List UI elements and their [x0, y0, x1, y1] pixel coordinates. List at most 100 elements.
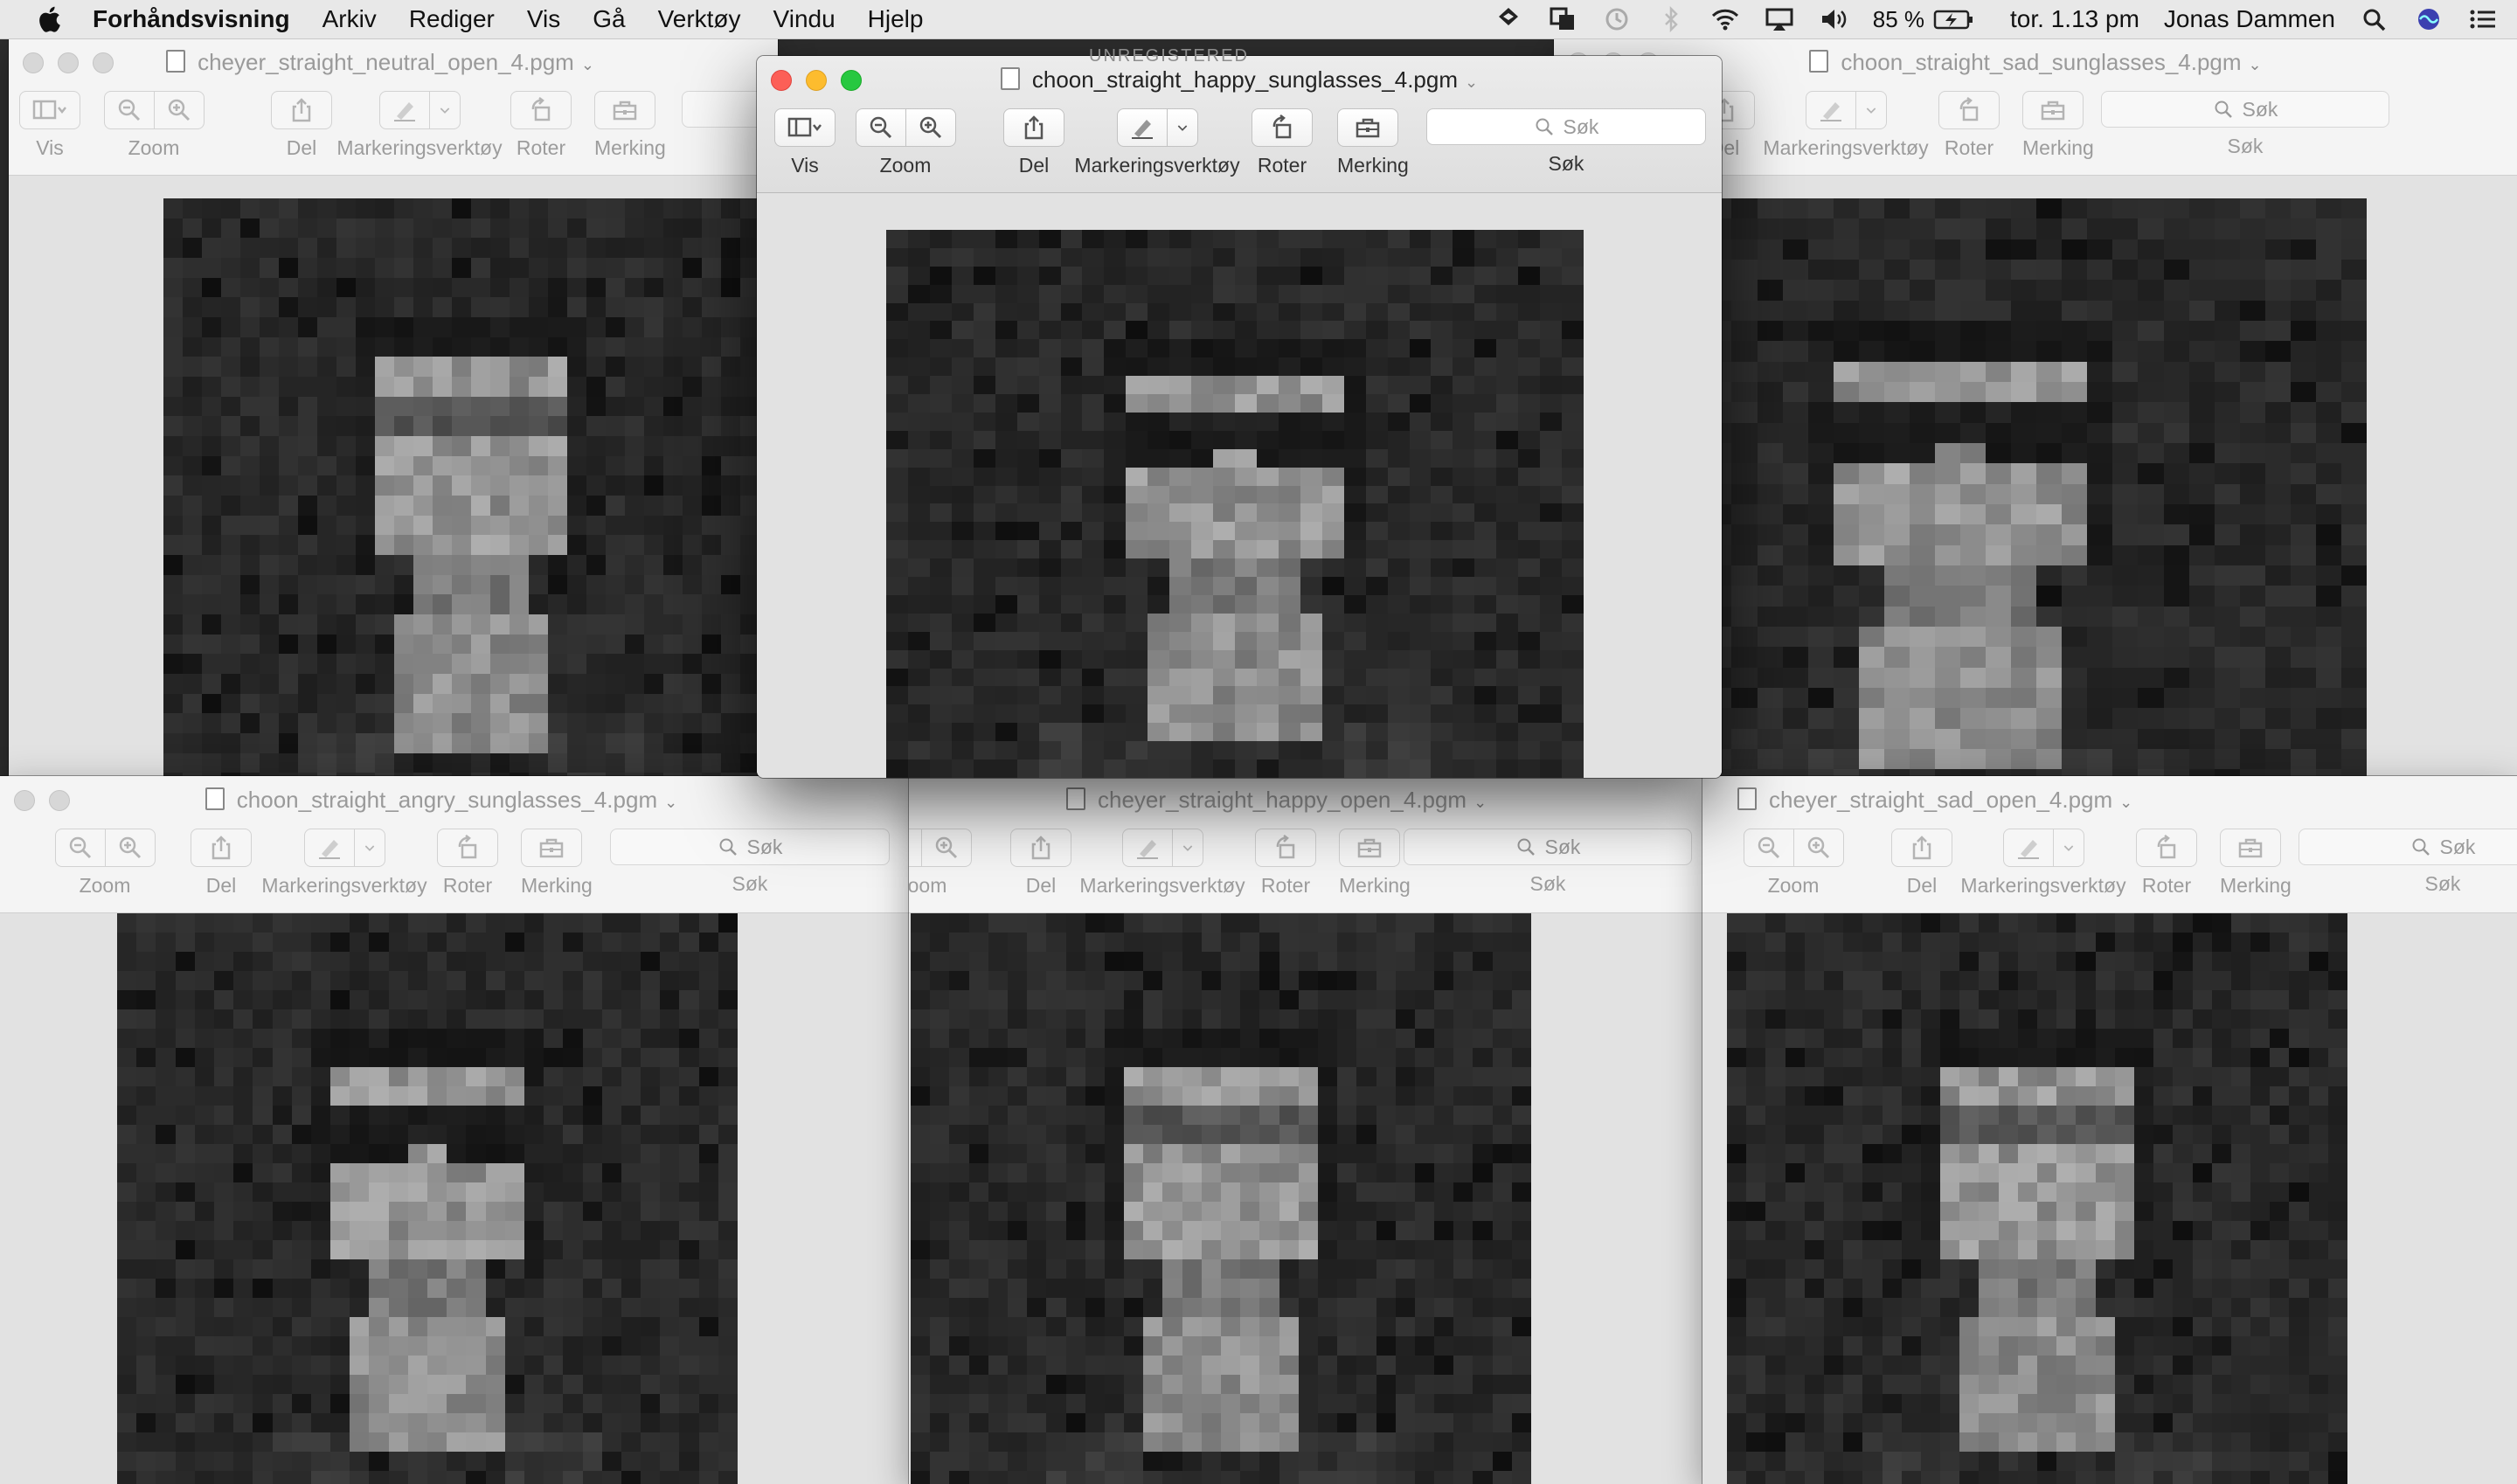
preview-window[interactable]: cheyer_straight_happy_open_4.pgm⌄ Vis Zo… — [909, 776, 1702, 1484]
menu-app-name[interactable]: Forhåndsvisning — [93, 5, 290, 33]
image-pixel — [2250, 1202, 2271, 1221]
image-pixel — [1909, 382, 1935, 403]
image-pixel — [330, 1259, 350, 1279]
clock[interactable]: tor. 1.13 pm — [2010, 5, 2139, 33]
share-button[interactable] — [191, 829, 252, 867]
markup-dropdown-button[interactable] — [353, 829, 385, 867]
markup-pen-button[interactable] — [303, 829, 355, 867]
markup-pen-button[interactable] — [1805, 91, 1856, 129]
image-pixel — [2036, 463, 2063, 484]
time-machine-icon[interactable] — [1602, 6, 1632, 32]
user-name[interactable]: Jonas Dammen — [2164, 5, 2335, 33]
search-field[interactable]: Søk — [2101, 91, 2389, 128]
menu-vindu[interactable]: Vindu — [773, 5, 836, 33]
menu-ga[interactable]: Gå — [593, 5, 625, 33]
image-pixel — [1376, 1144, 1396, 1163]
annotate-button[interactable] — [521, 829, 582, 867]
title-chevron-icon[interactable]: ⌄ — [2249, 56, 2262, 73]
menu-hjelp[interactable]: Hjelp — [868, 5, 924, 33]
document-view[interactable] — [1702, 913, 2517, 1484]
window-titlebar[interactable]: cheyer_straight_sad_open_4.pgm⌄ Vis Zoom… — [1702, 776, 2517, 913]
menu-arkiv[interactable]: Arkiv — [322, 5, 377, 33]
markup-dropdown-button[interactable] — [428, 91, 461, 129]
rotate-button[interactable] — [2136, 829, 2197, 867]
markup-pen-button[interactable] — [378, 91, 430, 129]
image-pixel — [641, 1144, 661, 1163]
image-pixel — [240, 732, 260, 753]
document-view[interactable] — [909, 913, 1702, 1484]
image-pixel — [1221, 913, 1241, 933]
image-pixel — [485, 1202, 505, 1221]
markup-dropdown-button[interactable] — [2052, 829, 2084, 867]
markup-pen-button[interactable] — [1121, 829, 1173, 867]
menu-verktoy[interactable]: Verktøy — [658, 5, 741, 33]
airplay-icon[interactable] — [1765, 6, 1794, 32]
window-titlebar[interactable]: choon_straight_angry_sunglasses_4.pgm⌄ V… — [0, 776, 909, 913]
preview-window[interactable]: cheyer_straight_sad_open_4.pgm⌄ Vis Zoom… — [1702, 776, 2517, 1484]
apple-menu-icon[interactable] — [37, 5, 61, 33]
preview-window[interactable]: choon_straight_angry_sunglasses_4.pgm⌄ V… — [0, 776, 909, 1484]
image-pixel — [1356, 1413, 1376, 1432]
menu-rediger[interactable]: Rediger — [409, 5, 495, 33]
image-pixel — [1940, 1279, 1960, 1298]
annotate-button[interactable] — [2022, 91, 2084, 129]
siri-icon[interactable] — [2414, 6, 2444, 32]
search-field[interactable]: Søk — [610, 829, 890, 865]
document-view[interactable] — [0, 913, 909, 1484]
rotate-button[interactable] — [1255, 829, 1316, 867]
menu-vis[interactable]: Vis — [527, 5, 560, 33]
search-field[interactable]: Søk — [1404, 829, 1692, 865]
zoom-out-button[interactable] — [909, 829, 922, 867]
image-pixel — [1414, 1432, 1435, 1452]
share-button[interactable] — [1010, 829, 1071, 867]
annotate-button[interactable] — [1339, 829, 1400, 867]
zoom-out-button[interactable] — [54, 829, 106, 867]
rotate-button[interactable] — [1938, 91, 2000, 129]
zoom-in-button[interactable] — [153, 91, 205, 129]
title-chevron-icon[interactable]: ⌄ — [1473, 794, 1487, 811]
image-pixel — [1765, 1106, 1785, 1125]
bluetooth-icon[interactable] — [1656, 6, 1686, 32]
spotlight-icon[interactable] — [2360, 6, 2389, 32]
image-pixel — [1046, 1317, 1066, 1336]
image-pixel — [1909, 749, 1935, 770]
preview-window[interactable]: cheyer_straight_neutral_open_4.pgm ⌄ Vis … — [9, 38, 778, 778]
dropbox-icon[interactable] — [1494, 6, 1523, 32]
annotate-button[interactable] — [594, 91, 655, 129]
markup-dropdown-button[interactable] — [1855, 91, 1887, 129]
window-titlebar[interactable]: cheyer_straight_neutral_open_4.pgm ⌄ Vis … — [9, 38, 778, 176]
notification-center-icon[interactable] — [2468, 6, 2498, 32]
image-pixel — [1473, 913, 1493, 933]
zoom-in-button[interactable] — [920, 829, 972, 867]
image-pixel — [641, 1009, 661, 1029]
share-button[interactable] — [1891, 829, 1952, 867]
image-pixel — [606, 554, 625, 575]
rotate-button[interactable] — [437, 829, 498, 867]
sync-icon[interactable] — [1548, 6, 1577, 32]
search-field[interactable]: Søk — [2299, 829, 2517, 865]
image-pixel — [1979, 1125, 1999, 1144]
title-chevron-icon[interactable]: ⌄ — [664, 794, 677, 811]
share-button[interactable] — [271, 91, 332, 129]
title-chevron-icon[interactable]: ⌄ — [2119, 794, 2132, 811]
markup-pen-button[interactable] — [2002, 829, 2054, 867]
image-pixel — [2112, 483, 2139, 504]
title-chevron-icon[interactable]: ⌄ — [581, 56, 594, 73]
document-view[interactable] — [9, 176, 778, 778]
zoom-in-button[interactable] — [104, 829, 156, 867]
image-pixel — [2095, 1452, 2115, 1471]
wifi-icon[interactable] — [1710, 6, 1740, 32]
markup-dropdown-button[interactable] — [1171, 829, 1203, 867]
rotate-button[interactable] — [510, 91, 572, 129]
annotate-button[interactable] — [2220, 829, 2281, 867]
image-pixel — [524, 971, 544, 990]
volume-icon[interactable] — [1819, 6, 1848, 32]
sidebar-toggle-button[interactable] — [19, 91, 80, 129]
zoom-in-button[interactable] — [1792, 829, 1844, 867]
battery-icon[interactable] — [1933, 6, 1975, 32]
window-titlebar[interactable]: cheyer_straight_happy_open_4.pgm⌄ Vis Zo… — [909, 776, 1702, 913]
zoom-out-button[interactable] — [1743, 829, 1794, 867]
image-pixel — [1731, 443, 1758, 464]
toolbar-merking: Merking — [2220, 829, 2292, 898]
zoom-out-button[interactable] — [103, 91, 155, 129]
